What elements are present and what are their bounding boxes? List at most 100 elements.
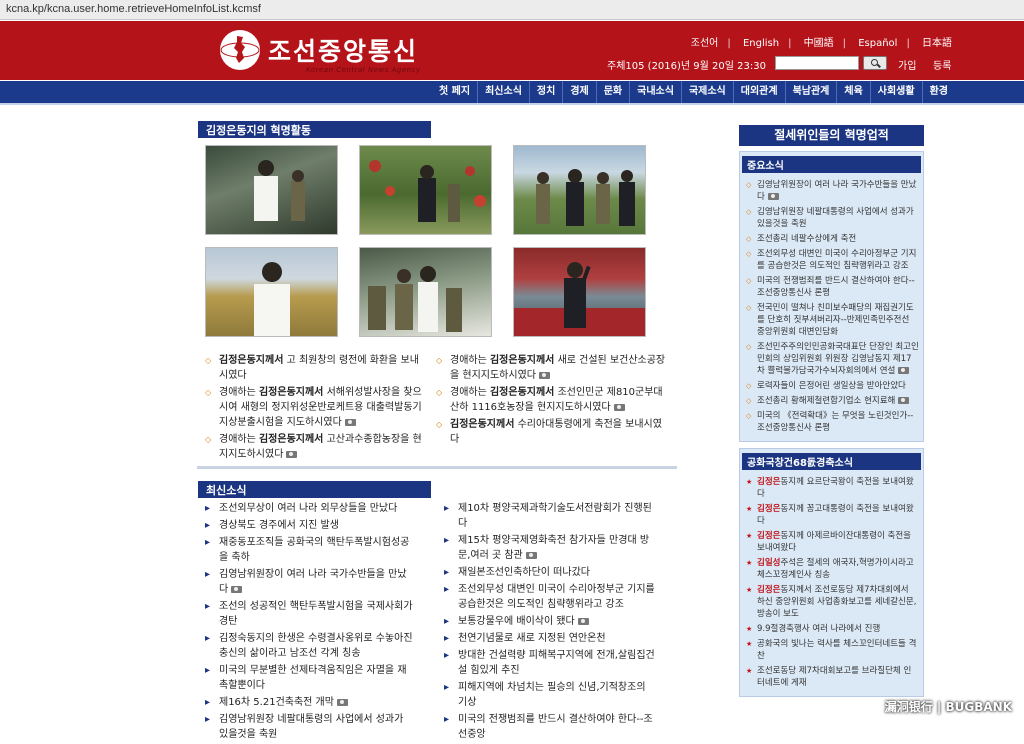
leader-list-right: 경애하는 김정은동지께서 새로 건설된 보건산소공장을 현지지도하시였다 경애하… <box>436 353 666 449</box>
list-item[interactable]: 김영남위원장이 여러 나라 국가수반들을 만났다 <box>205 567 415 597</box>
globe-logo-icon <box>220 30 260 70</box>
search-button[interactable] <box>863 56 887 70</box>
nav-culture[interactable]: 문화 <box>595 81 629 103</box>
lang-japanese[interactable]: 日本語 <box>922 38 952 49</box>
site-logo[interactable]: 조선중앙통신 Korean Central News Agency <box>220 28 460 74</box>
header-band: 조선중앙통신 Korean Central News Agency 조선어 | E… <box>0 21 1024 80</box>
news-photo[interactable] <box>205 145 338 235</box>
camera-icon <box>613 403 625 411</box>
list-item[interactable]: 조선의 성공적인 핵탄두폭발시험을 국제사회가 경탄 <box>205 599 415 629</box>
lang-english[interactable]: English <box>743 38 779 49</box>
list-item[interactable]: 김영남위원장 네팔대통령의 사업에서 성과가 있을것을 축원 <box>205 712 415 742</box>
list-item[interactable]: 김정숙동지의 한생은 수령결사옹위로 수놓아진 충신의 삶이라고 남조선 각계 … <box>205 631 415 661</box>
list-item[interactable]: 미국의 무분별한 선제타격움직임은 자멸을 재촉할뿐이다 <box>205 663 415 693</box>
camera-icon <box>898 397 910 404</box>
list-item[interactable]: 미국의 전쟁범죄를 반드시 결산하여야 한다--조선중앙통신사 론평 <box>746 275 919 299</box>
important-news-box: 중요소식 김영남위원장이 여러 나라 국가수반들을 만났다 김영남위원장 네팔대… <box>739 151 924 442</box>
list-item[interactable]: 김영남위원장이 여러 나라 국가수반들을 만났다 <box>746 179 919 203</box>
right-column: 절세위인들의 혁명업적 중요소식 김영남위원장이 여러 나라 국가수반들을 만났… <box>739 125 924 697</box>
nav-domestic[interactable]: 국내소식 <box>629 81 681 103</box>
list-item[interactable]: 조선로동당 제7차대회보고를 브라질단체 인터네트에 게재 <box>746 665 919 689</box>
lang-korean[interactable]: 조선어 <box>691 38 719 49</box>
news-photo[interactable] <box>513 145 646 235</box>
nav-social-life[interactable]: 사회생활 <box>869 81 922 103</box>
list-item[interactable]: 공화국의 빛나는 력사를 체스꼬인터네트들 격찬 <box>746 638 919 662</box>
lang-chinese[interactable]: 中國語 <box>804 38 834 49</box>
list-item[interactable]: 김정은동지께 꽁고대통령이 축전을 보내여왔다 <box>746 503 919 527</box>
list-item[interactable]: 9.9절경축행사 여러 나라에서 진행 <box>746 623 919 635</box>
list-item[interactable]: 재중동포조직들 공화국의 핵탄두폭발시험성공을 축하 <box>205 535 415 565</box>
important-news-title: 중요소식 <box>742 156 921 173</box>
watermark: 漏洞银行 | BUGBANK <box>884 700 1012 714</box>
list-item[interactable]: 전국민이 떨쳐나 친미보수패당의 재집권기도를 단호히 짓부셔버리자--반제민족… <box>746 302 919 338</box>
nav-north-south[interactable]: 북남관계 <box>784 81 837 103</box>
list-item[interactable]: 제10차 평양국제과학기술도서전람회가 진행된다 <box>444 501 656 531</box>
current-date: 주체105 (2016)년 9월 20일 23:30 <box>607 61 766 72</box>
camera-icon <box>525 551 537 559</box>
list-item[interactable]: 방대한 건설력량 피해복구지역에 전개,살림집건설 힘있게 추진 <box>444 648 656 678</box>
language-links: 조선어 | English | 中國語 | Español | 日本語 <box>690 38 952 49</box>
logo-english-text: Korean Central News Agency <box>306 66 421 74</box>
list-item[interactable]: 조선총리 네팔수상에게 축전 <box>746 233 919 245</box>
list-item[interactable]: 천연기념물로 새로 지정된 연안온천 <box>444 631 656 646</box>
login-link[interactable]: 가입 <box>898 57 916 72</box>
nav-economy[interactable]: 경제 <box>562 81 595 103</box>
camera-icon <box>898 367 910 374</box>
lang-spanish[interactable]: Español <box>858 38 897 49</box>
list-item[interactable]: 김정은동지께서 수리아대통령에게 축전을 보내시였다 <box>436 417 666 447</box>
list-item[interactable]: 경애하는 김정은동지께서 서해위성발사장을 찾으시여 새형의 정지위성운반로케트… <box>205 385 425 430</box>
nav-home[interactable]: 첫 페지 <box>432 81 477 103</box>
signup-link[interactable]: 등록 <box>933 57 951 72</box>
list-item[interactable]: 경상북도 경주에서 지진 발생 <box>205 518 415 533</box>
list-item[interactable]: 보통강물우에 배이삭이 됐다 <box>444 614 656 629</box>
camera-icon <box>767 193 779 200</box>
list-item[interactable]: 조선외무성 대변인 미국이 수리아정부군 기지를 공습한것은 의도적인 침략행위… <box>746 248 919 272</box>
list-item[interactable]: 조선외무상이 여러 나라 외무상들을 만났다 <box>205 501 415 516</box>
list-item[interactable]: 조선민주주의인민공화국대표단 단장인 최고인민회의 상임위원회 위원장 김영남동… <box>746 341 919 377</box>
leader-section-title: 김정은동지의 혁명활동 <box>198 121 431 138</box>
list-item[interactable]: 경애하는 김정은동지께서 고산과수종합농장을 현지지도하시였다 <box>205 432 425 462</box>
nav-international[interactable]: 국제소식 <box>680 81 733 103</box>
revolutionary-feats-banner[interactable]: 절세위인들의 혁명업적 <box>739 125 924 146</box>
camera-icon <box>336 698 348 706</box>
list-item[interactable]: 김정은동지께서 조선로동당 제7차대회에서 하신 중앙위원회 사업총화보고를 세… <box>746 584 919 620</box>
list-item[interactable]: 조선외무성 대변인 미국이 수리아정부군 기지를 공습한것은 의도적인 침략행위… <box>444 582 656 612</box>
camera-icon <box>344 418 356 426</box>
section-divider <box>197 466 677 469</box>
list-item[interactable]: 미국의 전쟁범죄를 반드시 결산하여야 한다--조선중앙 <box>444 712 656 742</box>
latest-section-title: 최신소식 <box>198 481 431 498</box>
nav-politics[interactable]: 정치 <box>528 81 562 103</box>
list-item[interactable]: 피해지역에 차넘치는 필승의 신념,기적창조의 기상 <box>444 680 656 710</box>
logo-korean-text: 조선중앙통신 <box>268 37 419 66</box>
news-photo[interactable] <box>205 247 338 337</box>
list-item[interactable]: 제16차 5.21건축축전 개막 <box>205 695 415 710</box>
nav-sports[interactable]: 체육 <box>836 81 869 103</box>
list-item[interactable]: 김일성주석은 절세의 애국자,혁명가이시라고 체스꼬정계인사 칭송 <box>746 557 919 581</box>
nav-latest[interactable]: 최신소식 <box>477 81 529 103</box>
camera-icon <box>231 585 243 593</box>
nav-foreign-relations[interactable]: 대외관계 <box>732 81 785 103</box>
leader-list-left: 김정은동지께서 고 최원창의 령전에 화환을 보내시였다 경애하는 김정은동지께… <box>205 353 425 464</box>
url-bar[interactable]: kcna.kp/kcna.user.home.retrieveHomeInfoL… <box>0 0 1024 20</box>
news-photo[interactable] <box>359 145 492 235</box>
nav-environment[interactable]: 환경 <box>921 81 955 103</box>
list-item[interactable]: 김정은동지께 요르단국왕이 축전을 보내여왔다 <box>746 476 919 500</box>
list-item[interactable]: 김영남위원장 네팔대통령의 사업에서 성과가 있을것을 축원 <box>746 206 919 230</box>
list-item[interactable]: 김정은동지께 아제르바이잔대통령이 축전을 보내여왔다 <box>746 530 919 554</box>
list-item[interactable]: 미국의 《전력확대》는 무엇을 노린것인가--조선중앙통신사 론평 <box>746 410 919 434</box>
main-nav: 첫 페지 최신소식 정치 경제 문화 국내소식 국제소식 대외관계 북남관계 체… <box>0 81 1024 105</box>
news-photo[interactable] <box>513 247 646 337</box>
latest-list-left: 조선외무상이 여러 나라 외무상들을 만났다 경상북도 경주에서 지진 발생 재… <box>205 501 415 744</box>
search-input[interactable] <box>775 56 859 70</box>
news-photo[interactable] <box>359 247 492 337</box>
list-item[interactable]: 조선총리 황해제철련합기업소 현지료해 <box>746 395 919 407</box>
list-item[interactable]: 경애하는 김정은동지께서 조선인민군 제810군부대 산하 1116호농장을 현… <box>436 385 666 415</box>
list-item[interactable]: 경애하는 김정은동지께서 새로 건설된 보건산소공장을 현지지도하시였다 <box>436 353 666 383</box>
list-item[interactable]: 제15차 평양국제영화축전 참가자들 만경대 방문,여러 곳 참관 <box>444 533 656 563</box>
list-item[interactable]: 로력자들이 은정어린 생일상을 받아안았다 <box>746 380 919 392</box>
list-item[interactable]: 재일본조선인축하단이 떠나갔다 <box>444 565 656 580</box>
list-item[interactable]: 김정은동지께서 고 최원창의 령전에 화환을 보내시였다 <box>205 353 425 383</box>
anniversary-news-title: 공화국창건68돐경축소식 <box>742 453 921 470</box>
latest-list-right: 제10차 평양국제과학기술도서전람회가 진행된다 제15차 평양국제영화축전 참… <box>444 501 656 744</box>
camera-icon <box>286 450 298 458</box>
